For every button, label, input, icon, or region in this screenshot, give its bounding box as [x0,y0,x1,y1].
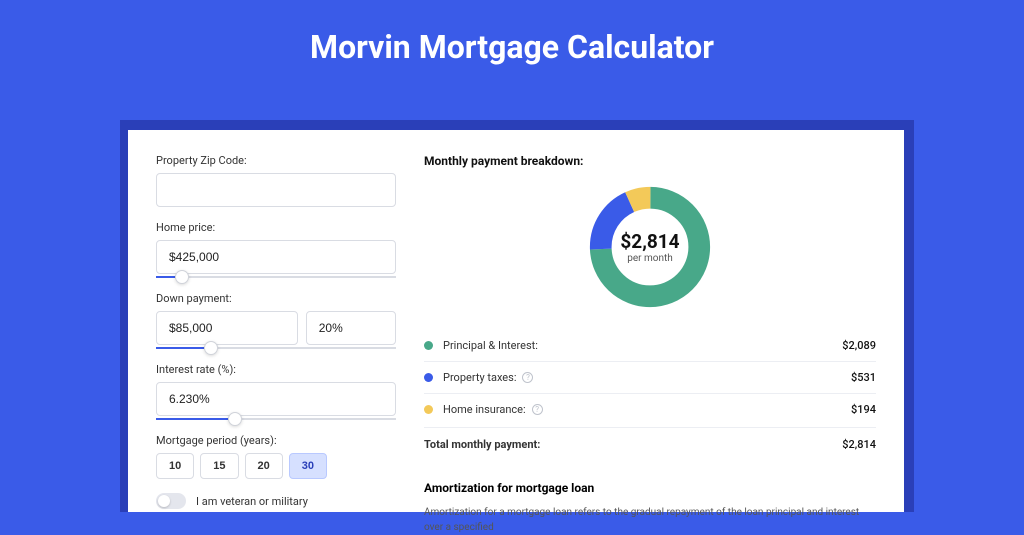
info-icon[interactable]: ? [532,404,543,415]
period-field: Mortgage period (years): 1015 2030 [156,434,396,479]
amort-text: Amortization for a mortgage loan refers … [424,505,876,535]
down-payment-pct-input[interactable] [306,311,396,345]
interest-field: Interest rate (%): [156,363,396,420]
total-row: Total monthly payment: $2,814 [424,427,876,465]
toggle-knob [158,495,170,507]
legend-dot [424,341,433,350]
legend-dot [424,405,433,414]
legend-dot [424,373,433,382]
page-title: Morvin Mortgage Calculator [0,0,1024,86]
down-payment-slider[interactable] [156,347,396,349]
down-payment-label: Down payment: [156,292,396,305]
legend-row: Property taxes:?$531 [424,362,876,394]
interest-label: Interest rate (%): [156,363,396,376]
donut-wrap: $2,814 per month [424,182,876,312]
legend-value: $531 [851,371,876,384]
total-value: $2,814 [842,438,876,451]
veteran-toggle[interactable] [156,493,186,509]
donut-center: $2,814 per month [585,182,715,312]
zip-input[interactable] [156,173,396,207]
home-price-label: Home price: [156,221,396,234]
legend-value: $2,089 [842,339,876,352]
home-price-field: Home price: [156,221,396,278]
home-price-input[interactable] [156,240,396,274]
period-btn-30[interactable]: 30 [289,453,327,479]
donut-amount: $2,814 [620,230,679,253]
period-btn-20[interactable]: 20 [245,453,283,479]
legend-label: Home insurance:? [443,403,851,416]
donut-chart: $2,814 per month [585,182,715,312]
legend-label: Property taxes:? [443,371,851,384]
interest-slider[interactable] [156,418,396,420]
home-price-slider[interactable] [156,276,396,278]
down-payment-input[interactable] [156,311,298,345]
interest-input[interactable] [156,382,396,416]
legend-label: Principal & Interest: [443,339,842,352]
breakdown-title: Monthly payment breakdown: [424,154,876,168]
slider-fill [156,418,228,420]
info-icon[interactable]: ? [522,372,533,383]
legend-row: Principal & Interest:$2,089 [424,330,876,362]
legend-row: Home insurance:?$194 [424,394,876,425]
slider-fill [156,347,204,349]
legend-value: $194 [851,403,876,416]
amort-title: Amortization for mortgage loan [424,481,876,495]
period-btn-10[interactable]: 10 [156,453,194,479]
zip-label: Property Zip Code: [156,154,396,167]
slider-fill [156,276,175,278]
form-column: Property Zip Code: Home price: Down paym… [156,154,396,512]
down-payment-field: Down payment: [156,292,396,349]
veteran-label: I am veteran or military [196,495,308,508]
period-label: Mortgage period (years): [156,434,396,447]
total-label: Total monthly payment: [424,438,842,451]
period-btn-15[interactable]: 15 [200,453,238,479]
donut-sub: per month [627,253,673,264]
veteran-row: I am veteran or military [156,493,396,509]
slider-thumb[interactable] [204,341,218,355]
slider-thumb[interactable] [175,270,189,284]
zip-field: Property Zip Code: [156,154,396,207]
calculator-card: Property Zip Code: Home price: Down paym… [128,130,904,512]
breakdown-column: Monthly payment breakdown: $2,814 per mo… [424,154,876,512]
slider-thumb[interactable] [228,412,242,426]
